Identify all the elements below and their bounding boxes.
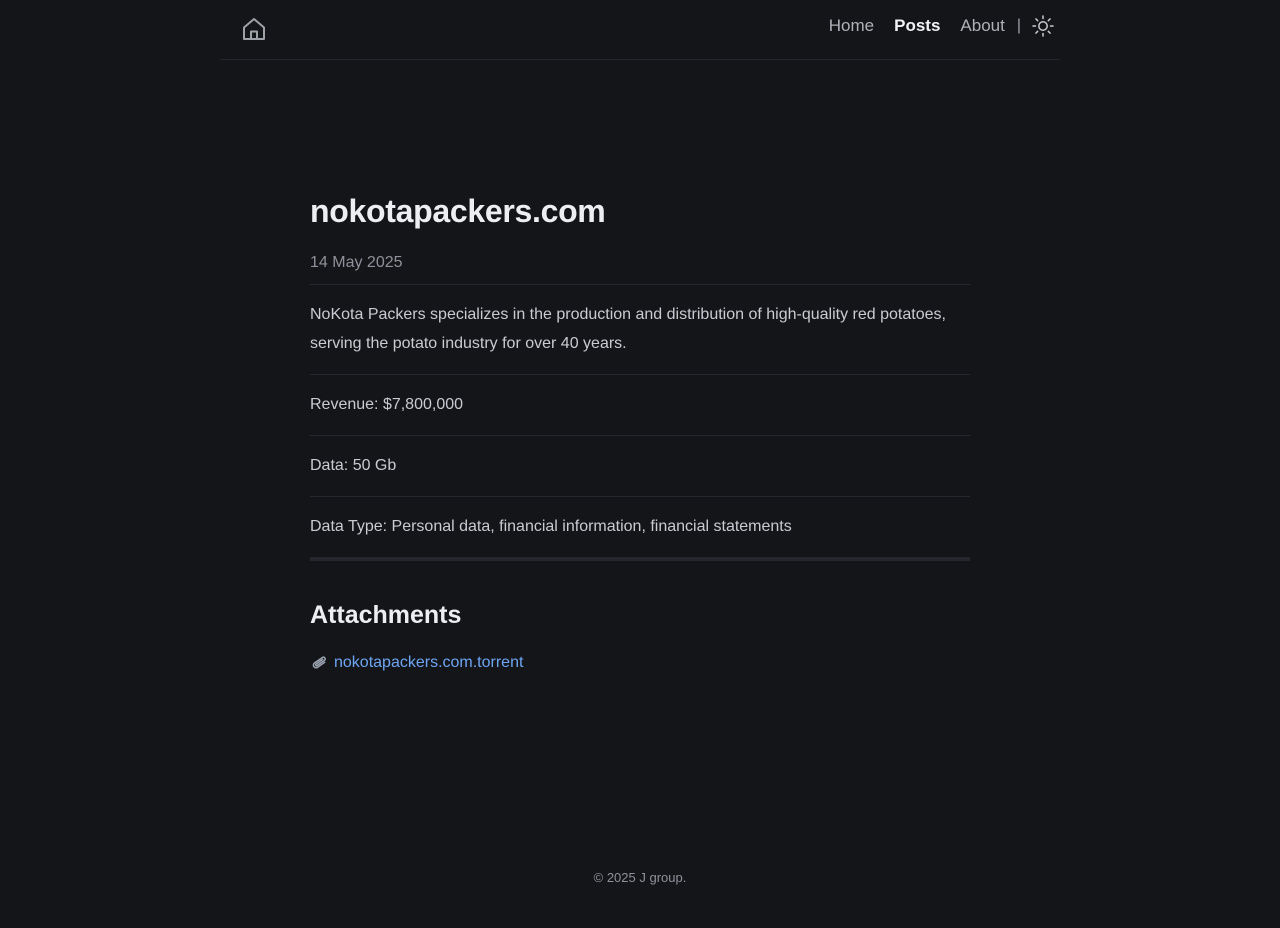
post-title: nokotapackers.com (310, 193, 606, 229)
post-date: 14 May 2025 (310, 252, 970, 285)
page: Home Posts About | nokotapackers.com 14 … (0, 0, 1280, 928)
attachment-item: nokotapackers.com.torrent (310, 653, 970, 673)
home-logo-link[interactable] (241, 15, 267, 43)
post-revenue: Revenue: $7,800,000 (310, 375, 970, 436)
post-data-size: Data: 50 Gb (310, 436, 970, 497)
post-description: NoKota Packers specializes in the produc… (310, 285, 970, 375)
paperclip-icon (312, 656, 326, 669)
nav-about[interactable]: About (960, 14, 1004, 38)
nav-home[interactable]: Home (829, 14, 874, 38)
post-data-type: Data Type: Personal data, financial info… (310, 497, 970, 561)
site-header: Home Posts About | (220, 0, 1060, 60)
post-article: nokotapackers.com 14 May 2025 NoKota Pac… (310, 190, 970, 673)
attachment-link[interactable]: nokotapackers.com.torrent (334, 654, 523, 672)
attachments-title: Attachments (310, 601, 462, 629)
nav-posts[interactable]: Posts (894, 14, 940, 38)
home-icon (243, 18, 265, 40)
main-nav: Home Posts About | (809, 14, 1054, 38)
site-footer: © 2025 J group. (593, 870, 687, 885)
sun-icon (1032, 15, 1054, 37)
theme-toggle-button[interactable] (1032, 15, 1054, 37)
nav-separator: | (1016, 17, 1021, 34)
